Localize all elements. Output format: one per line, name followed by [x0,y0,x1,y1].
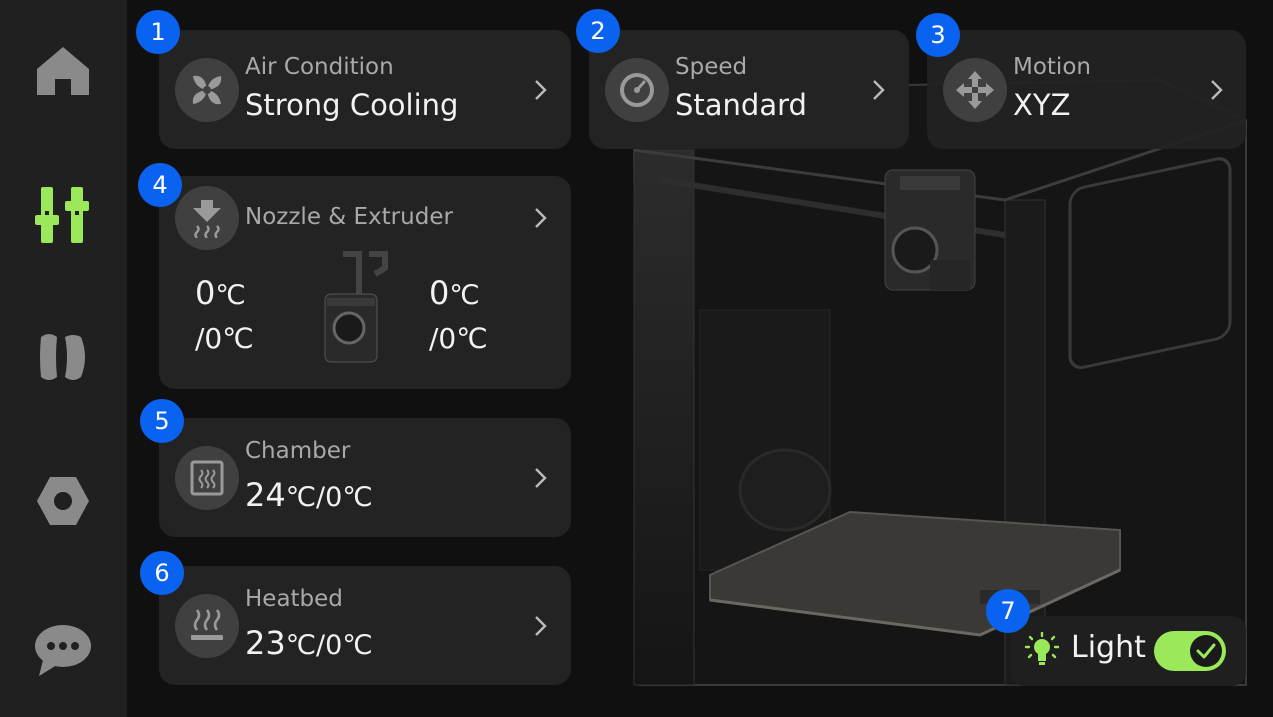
motion-value: XYZ [1013,88,1071,122]
speed-label: Speed [675,54,748,80]
chevron-right-icon [535,468,547,488]
heatbed-icon [175,594,239,658]
right-nozzle-current-temp: 0℃ [429,274,480,312]
callout-badge-5: 5 [140,399,184,443]
nozzle-heat-icon [175,186,239,250]
chevron-right-icon [535,616,547,636]
nav-controls[interactable] [18,170,108,260]
nav-settings[interactable] [18,456,108,546]
heatbed-card[interactable]: Heatbed 23℃/0℃ [159,566,571,685]
callout-badge-1: 1 [136,10,180,54]
chevron-right-icon [535,80,547,100]
sliders-icon [35,187,89,243]
motion-card[interactable]: Motion XYZ [927,30,1246,149]
check-icon [1190,635,1222,667]
lightbulb-icon [1024,632,1060,665]
speedometer-icon [605,58,669,122]
nozzle-extruder-label: Nozzle & Extruder [245,204,453,230]
light-card: Light [1010,616,1246,686]
chevron-right-icon [535,208,547,228]
speed-value: Standard [675,88,807,122]
chamber-temp: 24℃/0℃ [245,476,373,514]
filament-icon [40,334,85,380]
motion-label: Motion [1013,54,1091,80]
extruder-illustration [324,251,388,363]
heatbed-label: Heatbed [245,586,343,612]
settings-hex-icon [37,477,89,525]
sidebar [0,0,127,717]
fan-icon [175,58,239,122]
chat-icon [35,625,91,676]
nozzle-extruder-card[interactable]: Nozzle & Extruder 0℃ /0℃ 0℃ /0℃ [159,176,571,389]
right-nozzle-target-temp: /0℃ [429,322,488,355]
move-arrows-icon [943,58,1007,122]
chamber-heat-icon [175,446,239,510]
air-condition-value: Strong Cooling [245,88,459,122]
left-nozzle-current-temp: 0℃ [195,274,246,312]
chamber-label: Chamber [245,438,351,464]
light-label: Light [1071,630,1146,665]
printer-control-screen: Air Condition Strong Cooling Speed Stand… [0,0,1273,717]
chevron-right-icon [1211,80,1223,100]
callout-badge-4: 4 [138,163,182,207]
speed-card[interactable]: Speed Standard [589,30,909,149]
nav-filament[interactable] [18,312,108,402]
chevron-right-icon [873,80,885,100]
air-condition-label: Air Condition [245,54,394,80]
left-nozzle-target-temp: /0℃ [195,322,254,355]
callout-badge-3: 3 [916,13,960,57]
light-toggle[interactable] [1154,631,1226,671]
air-condition-card[interactable]: Air Condition Strong Cooling [159,30,571,149]
callout-badge-7: 7 [986,589,1030,633]
callout-badge-2: 2 [576,9,620,53]
nav-home[interactable] [18,26,108,116]
home-icon [37,47,89,95]
chamber-card[interactable]: Chamber 24℃/0℃ [159,418,571,537]
heatbed-temp: 23℃/0℃ [245,624,373,662]
printer-illustration [632,78,1247,686]
callout-badge-6: 6 [140,551,184,595]
nav-chat[interactable] [18,605,108,695]
